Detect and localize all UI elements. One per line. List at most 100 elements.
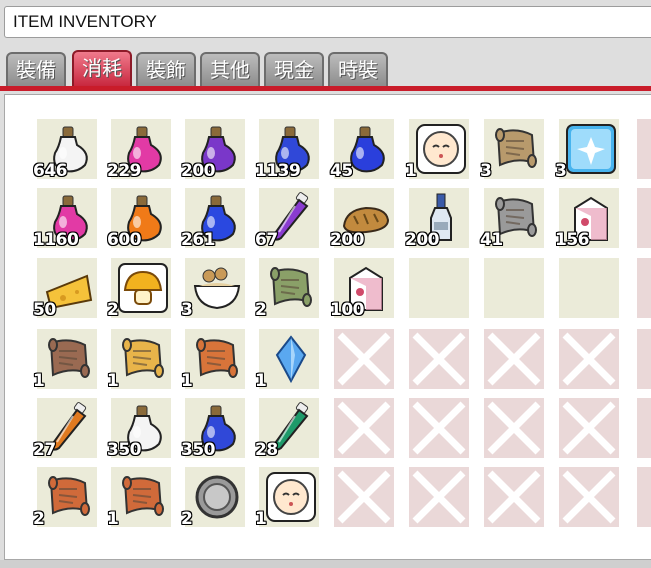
item-quantity: 28 — [255, 440, 278, 460]
inventory-slot[interactable]: 200 — [405, 188, 469, 250]
inventory-slot[interactable]: 1 — [405, 119, 469, 181]
yellow-scroll-icon — [117, 333, 169, 385]
locked-slot — [409, 329, 469, 389]
green-scroll-icon — [265, 262, 317, 314]
locked-slot — [484, 398, 544, 458]
inventory-slot[interactable]: 1 — [107, 467, 171, 529]
inventory-slot[interactable]: 229 — [107, 119, 171, 181]
bottom-border — [0, 560, 651, 568]
inventory-slot[interactable]: 1 — [255, 467, 319, 529]
item-quantity: 1 — [107, 371, 119, 391]
tab-4[interactable]: 現金 — [264, 52, 324, 86]
item-quantity: 1160 — [33, 230, 79, 250]
title-bar[interactable]: ITEM INVENTORY — [4, 6, 651, 38]
inventory-slot[interactable]: 3 — [555, 119, 619, 181]
inventory-slot[interactable]: 2 — [107, 258, 171, 320]
item-quantity: 350 — [181, 440, 216, 460]
locked-slot — [637, 467, 651, 527]
face-icon — [415, 123, 467, 175]
item-quantity: 600 — [107, 230, 142, 250]
inventory-slot[interactable]: 41 — [480, 188, 544, 250]
inventory-slot[interactable]: 1 — [33, 329, 97, 391]
locked-slot — [409, 467, 469, 527]
item-quantity: 646 — [33, 161, 68, 181]
tab-5[interactable]: 時裝 — [328, 52, 388, 86]
inventory-slot[interactable]: 3 — [181, 258, 245, 320]
item-quantity: 1139 — [255, 161, 301, 181]
inventory-slot[interactable]: 646 — [33, 119, 97, 181]
item-quantity: 41 — [480, 230, 503, 250]
item-quantity: 2 — [107, 300, 119, 320]
tab-2[interactable]: 裝飾 — [136, 52, 196, 86]
locked-slot — [637, 329, 651, 389]
locked-slot — [334, 329, 394, 389]
inventory-slot[interactable]: 2 — [181, 467, 245, 529]
inventory-slot[interactable]: 200 — [181, 119, 245, 181]
locked-slot — [484, 329, 544, 389]
item-quantity: 1 — [405, 161, 417, 181]
item-quantity: 67 — [255, 230, 278, 250]
item-quantity: 2 — [181, 509, 193, 529]
inventory-slot[interactable]: 45 — [330, 119, 394, 181]
skull-scroll-icon — [43, 333, 95, 385]
inventory-slot[interactable]: 3 — [480, 119, 544, 181]
inventory-slot[interactable]: 350 — [181, 398, 245, 460]
empty-slot[interactable] — [559, 258, 619, 318]
golden-mushroom-icon — [117, 262, 169, 314]
locked-slot — [637, 398, 651, 458]
item-quantity: 100 — [330, 300, 365, 320]
locked-slot — [484, 467, 544, 527]
item-quantity: 1 — [255, 509, 267, 529]
inventory-slot[interactable]: 600 — [107, 188, 171, 250]
item-quantity: 1 — [181, 371, 193, 391]
locked-slot — [637, 258, 651, 318]
inventory-slot[interactable]: 100 — [330, 258, 394, 320]
inventory-slot[interactable]: 1 — [255, 329, 319, 391]
window-title: ITEM INVENTORY — [13, 12, 157, 31]
inventory-slot[interactable]: 350 — [107, 398, 171, 460]
inventory-slot[interactable]: 27 — [33, 398, 97, 460]
item-quantity: 1 — [33, 371, 45, 391]
item-quantity: 3 — [480, 161, 492, 181]
tab-underline — [0, 86, 651, 91]
inventory-slot[interactable]: 200 — [330, 188, 394, 250]
locked-slot — [334, 467, 394, 527]
inventory-slot[interactable]: 1 — [107, 329, 171, 391]
item-quantity: 1 — [255, 371, 267, 391]
blue-crystal-icon — [265, 333, 317, 385]
empty-slot[interactable] — [484, 258, 544, 318]
tab-1[interactable]: 消耗 — [72, 50, 132, 86]
item-quantity: 350 — [107, 440, 142, 460]
item-grid: 646 229 200 1139 45 1 3 3 1160 600 261 67 200 200 41 15… — [4, 94, 651, 560]
inventory-slot[interactable]: 1160 — [33, 188, 97, 250]
inventory-slot[interactable]: 2 — [255, 258, 319, 320]
locked-slot — [559, 329, 619, 389]
item-quantity: 3 — [181, 300, 193, 320]
sparkle-ticket-icon — [565, 123, 617, 175]
empty-slot[interactable] — [409, 258, 469, 318]
locked-slot — [637, 188, 651, 248]
item-quantity: 27 — [33, 440, 56, 460]
item-quantity: 200 — [330, 230, 365, 250]
inventory-slot[interactable]: 1 — [181, 329, 245, 391]
item-quantity: 3 — [555, 161, 567, 181]
red-scroll-icon — [117, 471, 169, 523]
item-quantity: 229 — [107, 161, 142, 181]
map-scroll-icon — [490, 123, 542, 175]
item-quantity: 50 — [33, 300, 56, 320]
inventory-slot[interactable]: 261 — [181, 188, 245, 250]
item-quantity: 200 — [181, 161, 216, 181]
tab-3[interactable]: 其他 — [200, 52, 260, 86]
inventory-slot[interactable]: 28 — [255, 398, 319, 460]
inventory-slot[interactable]: 67 — [255, 188, 319, 250]
orange-scroll-icon — [191, 333, 243, 385]
silver-coin-icon — [191, 471, 243, 523]
inventory-slot[interactable]: 50 — [33, 258, 97, 320]
inventory-slot[interactable]: 2 — [33, 467, 97, 529]
locked-slot — [637, 119, 651, 179]
inventory-slot[interactable]: 1139 — [255, 119, 319, 181]
item-quantity: 156 — [555, 230, 590, 250]
inventory-slot[interactable]: 156 — [555, 188, 619, 250]
item-quantity: 2 — [255, 300, 267, 320]
tab-0[interactable]: 裝備 — [6, 52, 66, 86]
